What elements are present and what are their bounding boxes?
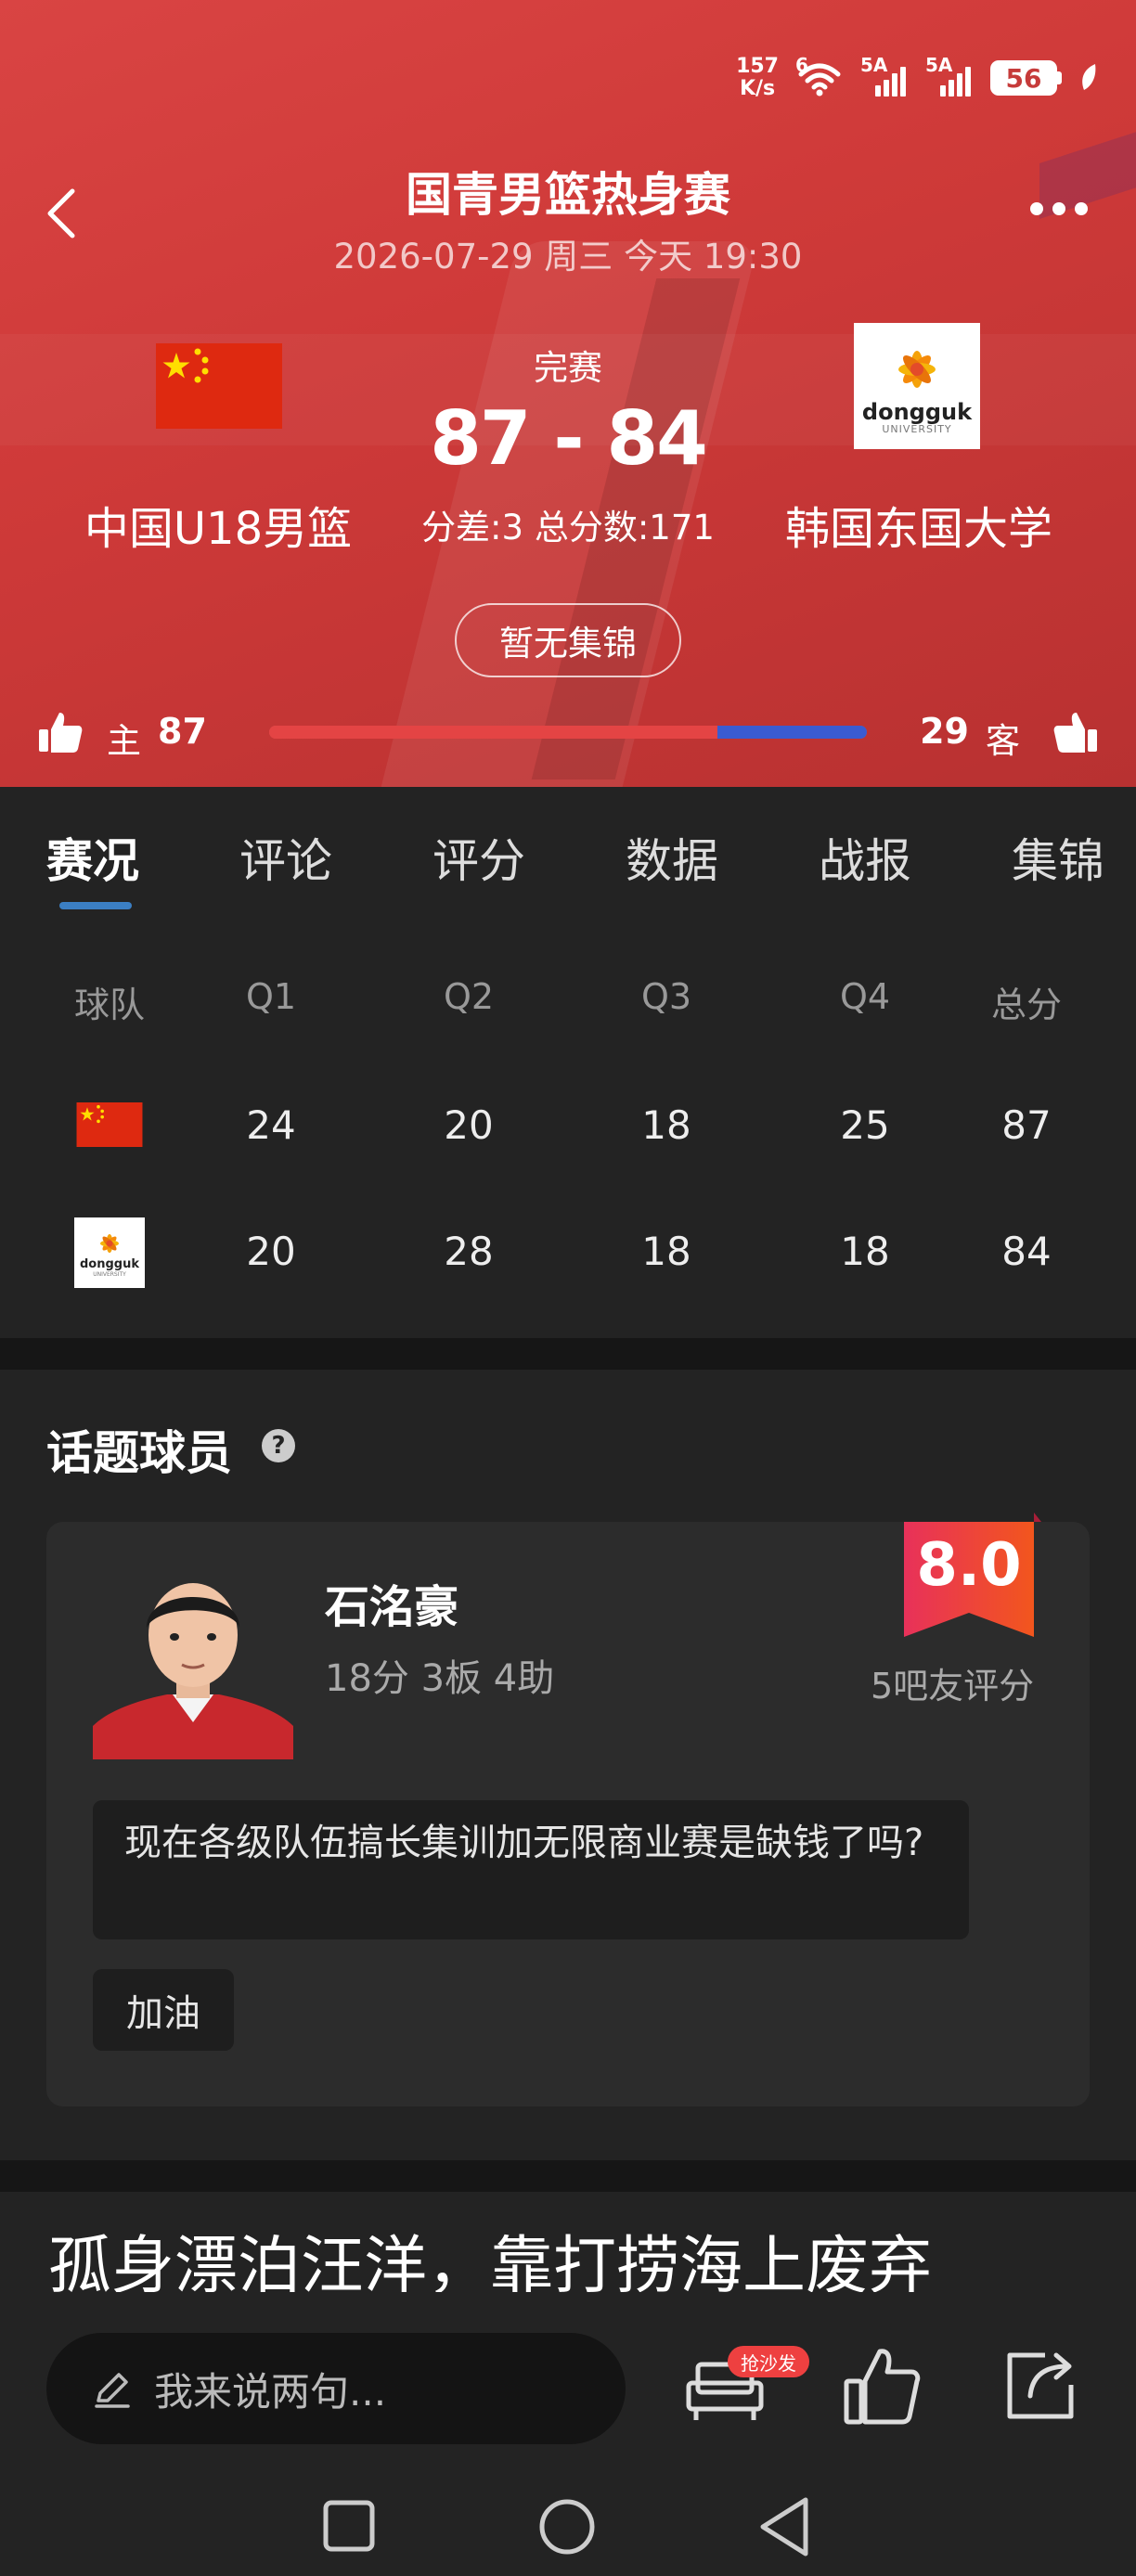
network-speed-value: 157 [736,55,779,78]
tab-highlights[interactable]: 集锦 [1012,824,1104,891]
dongguk-logo: dongguk UNIVERSITY [74,1217,145,1288]
column-header: Q4 [839,976,891,1017]
game-datetime: 2026-07-29 周三 今天 19:30 [333,237,803,277]
recent-apps-icon[interactable] [323,2500,375,2552]
match-header: 157 K/s 6 5A 5A 56 国青男篮热身赛 2026-07-29 周三… [0,0,1136,787]
active-tab-indicator [59,902,132,909]
back-icon[interactable] [757,2496,813,2557]
logo-subtext: UNIVERSITY [93,1271,126,1278]
question-circle-icon[interactable]: ? [262,1429,295,1462]
like-icon[interactable] [843,2344,921,2428]
network-speed-unit: K/s [739,77,776,100]
share-icon[interactable] [1004,2348,1078,2422]
section-divider [0,1338,1136,1370]
home-vote-count: 87 [158,711,207,752]
table-cell: 24 [246,1102,296,1148]
tab-live[interactable]: 赛况 [46,824,139,891]
signal-tag: 5A [925,54,953,76]
game-title: 国青男篮热身赛 [406,168,730,222]
table-cell: 18 [641,1102,691,1148]
away-vote-label: 客 [986,721,1020,761]
tab-comments[interactable]: 评论 [239,824,332,891]
final-score: 87 - 84 [430,395,708,482]
away-vote-count: 29 [920,711,969,752]
rating-value: 8.0 [916,1531,1022,1600]
comment-bubble[interactable]: 现在各级队伍搞长集训加无限商业赛是缺钱了吗? [93,1800,969,1939]
column-header: Q1 [245,976,297,1017]
network-speed: 157 K/s [736,56,779,100]
vote-ratio-bar [269,726,867,739]
table-cell: 84 [1001,1229,1052,1274]
logo-wordmark: dongguk [79,1257,139,1271]
section-title: 话题球员 [46,1426,232,1480]
column-header: Q2 [443,976,495,1017]
battery-level: 56 [990,60,1057,96]
thumbs-up-icon[interactable] [37,709,84,755]
sofa-badge: 抢沙发 [728,2346,809,2377]
player-name[interactable]: 石洺豪 [325,1570,458,1635]
leaf-icon [1082,64,1096,90]
table-cell: 18 [641,1229,691,1274]
table-cell: 20 [246,1229,296,1274]
table-cell: 25 [840,1102,890,1148]
section-divider [0,2160,1136,2192]
china-flag-icon [76,1102,143,1147]
table-cell: 20 [444,1102,494,1148]
hot-player-section: 话题球员 ? 石洺豪 18分 3板 4助 8.0 5吧友评分 现在各级队伍搞长集… [0,1370,1136,2160]
player-stats: 18分 3板 4助 [325,1657,555,1700]
table-cell: 87 [1001,1102,1052,1148]
cheer-chip[interactable]: 加油 [93,1969,234,2051]
player-card[interactable]: 石洺豪 18分 3板 4助 8.0 5吧友评分 现在各级队伍搞长集训加无限商业赛… [46,1513,1090,2106]
dongguk-emblem-icon [100,1234,119,1253]
tab-stats[interactable]: 数据 [626,824,718,891]
highlights-button[interactable]: 暂无集锦 [455,603,681,677]
away-team-name[interactable]: 韩国东国大学 [766,492,1072,557]
rating-badge[interactable]: 8.0 [904,1513,1041,1642]
quarter-score-table: 球队 Q1 Q2 Q3 Q4 总分 24 20 18 25 87 dongguk… [0,919,1136,1338]
home-team-name[interactable]: 中国U18男篮 [65,492,371,557]
tab-report[interactable]: 战报 [819,824,911,891]
battery-icon: 56 [990,60,1062,96]
column-header: 球队 [73,985,146,1025]
home-vote-fill [269,726,717,739]
match-status: 完赛 [534,348,602,388]
comment-placeholder: 我来说两句... [154,2368,387,2415]
away-vote-fill [717,726,867,739]
table-cell: 28 [444,1229,494,1274]
comment-input[interactable]: 我来说两句... [46,2333,626,2444]
tab-bar: 赛况 评论 评分 数据 战报 集锦 [0,787,1136,919]
signal-tag: 5A [860,54,888,76]
cell-signal-icon: 5A [925,54,974,97]
cell-signal-icon: 5A [860,54,909,97]
home-icon[interactable] [538,2498,596,2556]
column-header: Q3 [640,976,692,1017]
table-cell: 18 [840,1229,890,1274]
tab-ratings[interactable]: 评分 [432,824,525,891]
status-bar: 157 K/s 6 5A 5A 56 [736,54,1099,100]
rating-label: 5吧友评分 [871,1666,1035,1707]
wifi-tag: 6 [795,54,808,76]
thumbs-up-icon[interactable] [1052,709,1099,755]
wifi-icon: 6 [795,54,844,97]
home-vote-label: 主 [107,721,141,761]
player-avatar[interactable] [93,1559,293,1759]
pencil-icon [95,2373,130,2408]
column-header: 总分 [990,985,1063,1025]
bottom-action-bar: 我来说两句... 抢沙发 [0,2292,1136,2576]
